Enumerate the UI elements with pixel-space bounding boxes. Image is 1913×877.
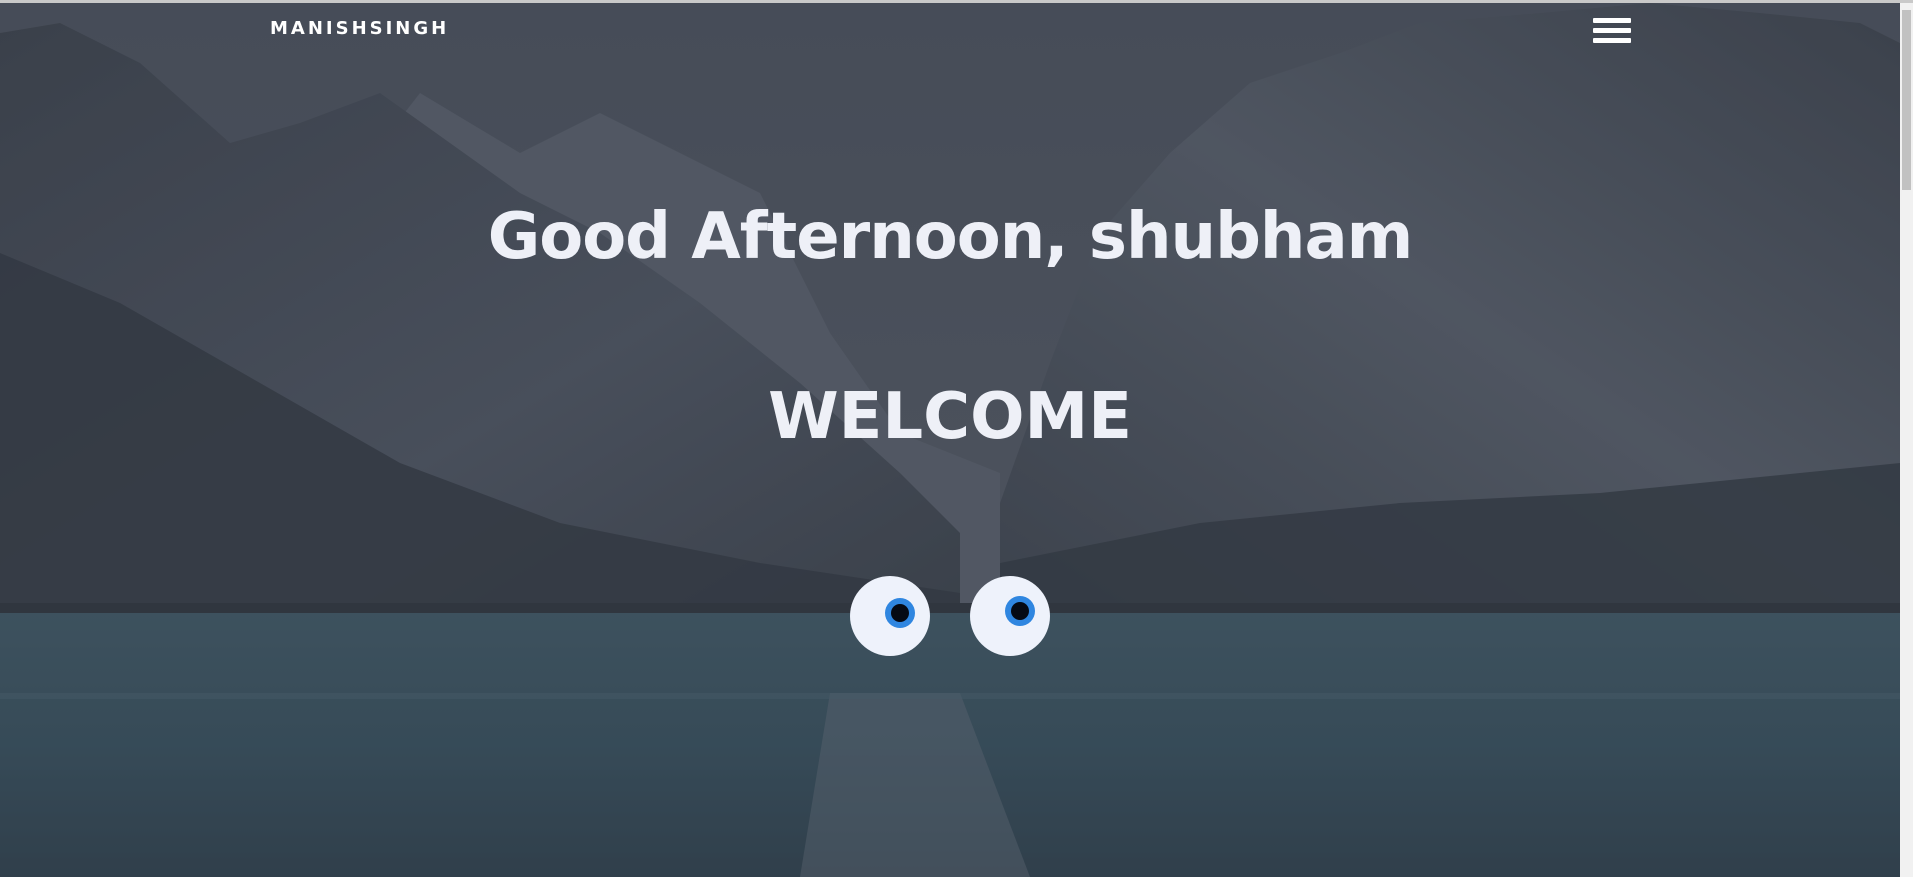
menu-bar-bottom <box>1593 38 1631 43</box>
page: MANISHSINGH Good Afternoon, shubham WELC… <box>0 0 1913 877</box>
right-pupil <box>1005 596 1035 626</box>
hamburger-menu-icon[interactable] <box>1593 18 1631 50</box>
greeting-heading: Good Afternoon, shubham <box>487 200 1414 274</box>
menu-bar-top <box>1593 18 1631 23</box>
menu-bar-middle <box>1593 28 1631 33</box>
left-eye-icon <box>850 576 930 656</box>
scrollbar-thumb[interactable] <box>1902 10 1911 190</box>
left-pupil <box>885 598 915 628</box>
brand-logo[interactable]: MANISHSINGH <box>270 18 449 39</box>
page-scrollbar[interactable] <box>1900 3 1913 877</box>
browser-top-border <box>0 0 1913 3</box>
welcome-heading: WELCOME <box>768 380 1132 454</box>
right-eye-icon <box>970 576 1050 656</box>
